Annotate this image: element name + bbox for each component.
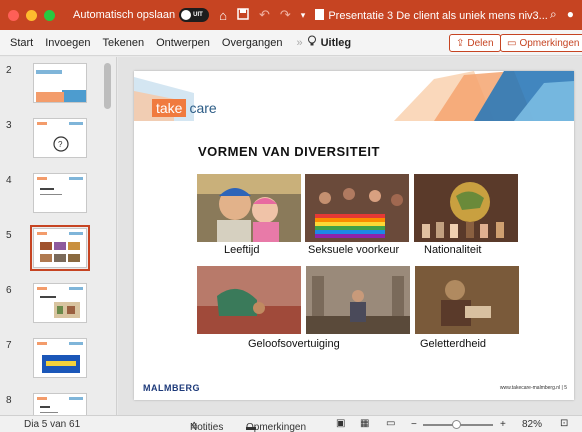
reading-view-icon[interactable]: ▭ [386,418,395,429]
caption-leeftijd: Leeftijd [224,244,260,256]
home-icon[interactable]: ⌂ [219,8,227,23]
photo-church [306,266,410,334]
slide-thumbnail[interactable] [33,63,87,103]
thumbnail-row[interactable]: 3 ? [0,118,100,168]
photo-nationality [414,174,518,242]
caption-geletterdheid: Geletterdheid [420,338,487,350]
undo-icon[interactable]: ↶ [259,7,270,23]
malmberg-logo: MALMBERG [143,383,200,393]
slide-thumbnail[interactable] [33,173,87,213]
share-button[interactable]: ⇪ Delen [449,34,501,52]
slide-thumbnail[interactable] [33,283,87,323]
thumbnail-number: 4 [6,175,12,186]
customize-icon[interactable]: ▾ [301,10,306,21]
zoom-in-button[interactable]: + [500,419,506,430]
redo-icon[interactable]: ↷ [280,7,291,23]
fit-slide-icon[interactable]: ⊡ [560,418,568,429]
caption-nationaliteit: Nationaliteit [424,244,482,256]
thumbnail-number: 2 [6,65,12,76]
thumbnail-number: 5 [6,230,12,241]
tab-overgangen[interactable]: Overgangen [222,37,283,49]
slide-thumbnail-selected[interactable] [30,225,90,271]
normal-view-icon[interactable]: ▣ [336,418,345,429]
ribbon-tabs: Start Invoegen Tekenen Ontwerpen Overgan… [0,30,582,56]
tell-me-button[interactable]: Uitleg [321,37,352,49]
save-icon[interactable] [237,7,249,23]
status-comments-label: Opmerkingen [246,422,307,432]
search-icon[interactable]: ⌕ [550,7,557,22]
document-title: Presentatie 3 De client als uniek mens n… [315,8,548,22]
zoom-level[interactable]: 82% [522,419,542,430]
slide-editor[interactable]: take care VORMEN VAN DIVERSITEIT Leeftij… [118,57,582,415]
comments-button[interactable]: ▭ Opmerkingen [500,34,582,52]
photo-prayer-rug [197,266,301,334]
zoom-slider-handle[interactable] [452,420,461,429]
toggle-knob [181,10,192,20]
svg-text:?: ? [58,140,63,149]
photo-age [197,174,301,242]
logo-take: take [152,99,187,117]
title-bar: Automatisch opslaan UIT ⌂ ↶ ↷ ▾ Presenta… [0,0,582,30]
current-slide[interactable]: take care VORMEN VAN DIVERSITEIT Leeftij… [134,71,574,400]
thumbnail-number: 3 [6,120,12,131]
slide-thumbnail[interactable] [33,338,87,378]
slide-sorter-icon[interactable]: ▦ [360,418,369,429]
status-bar: Dia 5 van 61 ≙ Notities ▬ Opmerkingen ▣ … [0,415,582,432]
thumbnail-row[interactable]: 5 [0,225,100,278]
zoom-window-button[interactable] [44,9,55,21]
comments-label: Opmerkingen [519,37,580,49]
takecare-logo: take care [152,99,217,117]
thumbnail-number: 8 [6,395,12,406]
thumbnail-row[interactable]: 2 [0,63,100,113]
thumbnail-row[interactable]: 6 [0,283,100,333]
thumbnail-number: 7 [6,340,12,351]
more-tabs-icon[interactable]: » [296,37,302,49]
close-window-button[interactable] [8,9,19,21]
window-controls [8,9,55,21]
tab-tekenen[interactable]: Tekenen [103,37,145,49]
tab-ontwerpen[interactable]: Ontwerpen [156,37,210,49]
thumbnail-number: 6 [6,285,12,296]
thumbnail-row[interactable]: 8 [0,393,100,415]
comment-icon: ▭ [507,37,517,49]
caption-geloofsovertuiging: Geloofsovertuiging [248,338,340,350]
tab-invoegen[interactable]: Invoegen [45,37,90,49]
thumbnail-scrollbar[interactable] [104,63,111,109]
slide-thumbnail[interactable] [33,393,87,415]
autosave-state: UIT [193,12,203,18]
logo-care: care [189,100,217,116]
photo-reading [415,266,519,334]
caption-seksuele-voorkeur: Seksuele voorkeur [308,244,400,256]
minimize-window-button[interactable] [26,9,37,21]
photo-pride [305,174,409,242]
slide-thumbnail-pane[interactable]: 2 3 ? 4 5 6 7 8 [0,57,117,415]
autosave-toggle[interactable]: UIT [179,8,210,22]
notes-label: Notities [190,422,224,432]
share-label: Delen [467,37,494,49]
footer-url: www.takecare-malmberg.nl | 5 [499,385,567,391]
share-icon: ⇪ [456,37,465,49]
zoom-out-button[interactable]: − [411,419,417,430]
slide-counter: Dia 5 van 61 [24,419,81,430]
autosave-label: Automatisch opslaan [73,9,176,21]
document-icon [315,8,325,20]
slide-thumbnail[interactable]: ? [33,118,87,158]
slide-title: VORMEN VAN DIVERSITEIT [198,144,380,159]
account-icon[interactable]: ● [567,7,574,22]
lightbulb-icon[interactable] [307,35,317,50]
tab-start[interactable]: Start [10,37,33,49]
thumbnail-row[interactable]: 7 [0,338,100,388]
thumbnail-row[interactable]: 4 [0,173,100,223]
document-title-text: Presentatie 3 De client als uniek mens n… [328,9,548,22]
